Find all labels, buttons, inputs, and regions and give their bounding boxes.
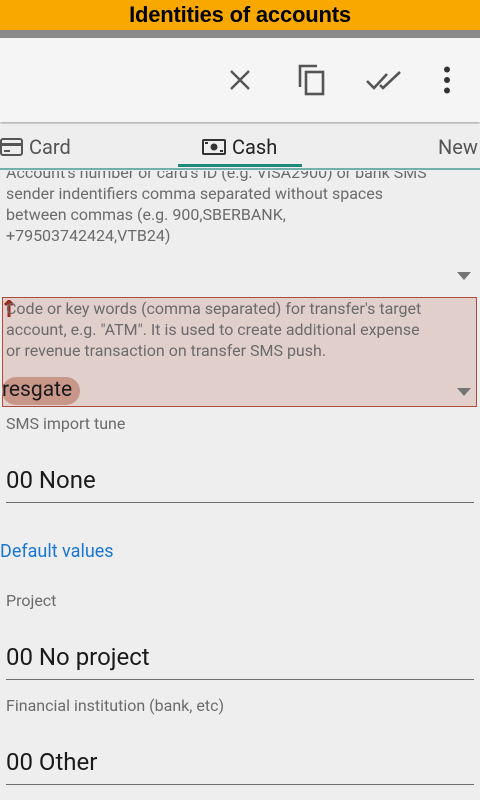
close-button[interactable] xyxy=(220,60,260,100)
sender-dropdown-arrow[interactable] xyxy=(457,272,471,280)
tab-card-label: Card xyxy=(29,135,71,159)
close-icon xyxy=(230,70,250,90)
tab-bar: Card Cash New xyxy=(0,124,480,170)
tab-cash[interactable]: Cash xyxy=(202,134,277,160)
select-all-button[interactable] xyxy=(364,60,404,100)
project-underline xyxy=(6,679,474,680)
sender-hint-line2: sender indentifiers comma separated with… xyxy=(6,184,384,203)
tab-card[interactable]: Card xyxy=(0,134,71,160)
keywords-hint-line3: or revenue transaction on transfer SMS p… xyxy=(6,341,327,360)
card-icon xyxy=(0,138,23,156)
active-tab-indicator xyxy=(178,164,302,167)
keywords-dropdown-arrow[interactable] xyxy=(457,388,471,396)
more-options-button[interactable] xyxy=(427,60,467,100)
keywords-hint-line1: Code or key words (comma separated) for … xyxy=(6,299,422,318)
sms-import-underline xyxy=(6,502,474,503)
tabs-divider xyxy=(0,168,480,170)
app-title: Identities of accounts xyxy=(129,2,351,27)
sender-hint-line3: between commas (e.g. 900,SBERBANK, xyxy=(6,205,286,224)
copy-icon xyxy=(298,64,325,96)
copy-button[interactable] xyxy=(292,60,332,100)
toolbar xyxy=(0,38,480,122)
more-vert-icon xyxy=(444,66,450,94)
default-values-title: Default values xyxy=(0,541,114,562)
sms-import-label: SMS import tune xyxy=(6,414,126,433)
tab-new-label: New xyxy=(438,135,478,159)
institution-label: Financial institution (bank, etc) xyxy=(6,696,225,715)
tab-new[interactable]: New xyxy=(438,134,478,160)
tab-cash-label: Cash xyxy=(232,135,278,159)
sms-import-value[interactable]: 00 None xyxy=(6,466,96,494)
institution-underline xyxy=(6,784,474,785)
keyword-value[interactable]: resgate xyxy=(2,378,72,402)
title-divider xyxy=(0,30,480,38)
project-value[interactable]: 00 No project xyxy=(6,643,150,671)
done-all-icon xyxy=(366,71,401,90)
app-title-bar: Identities of accounts xyxy=(0,0,480,30)
cash-icon xyxy=(202,139,226,155)
sender-hint-line4: +79503742424,VTB24) xyxy=(6,226,171,245)
institution-value[interactable]: 00 Other xyxy=(6,748,97,776)
keywords-hint-line2: account, e.g. "ATM". It is used to creat… xyxy=(6,320,420,339)
project-label: Project xyxy=(6,591,57,610)
